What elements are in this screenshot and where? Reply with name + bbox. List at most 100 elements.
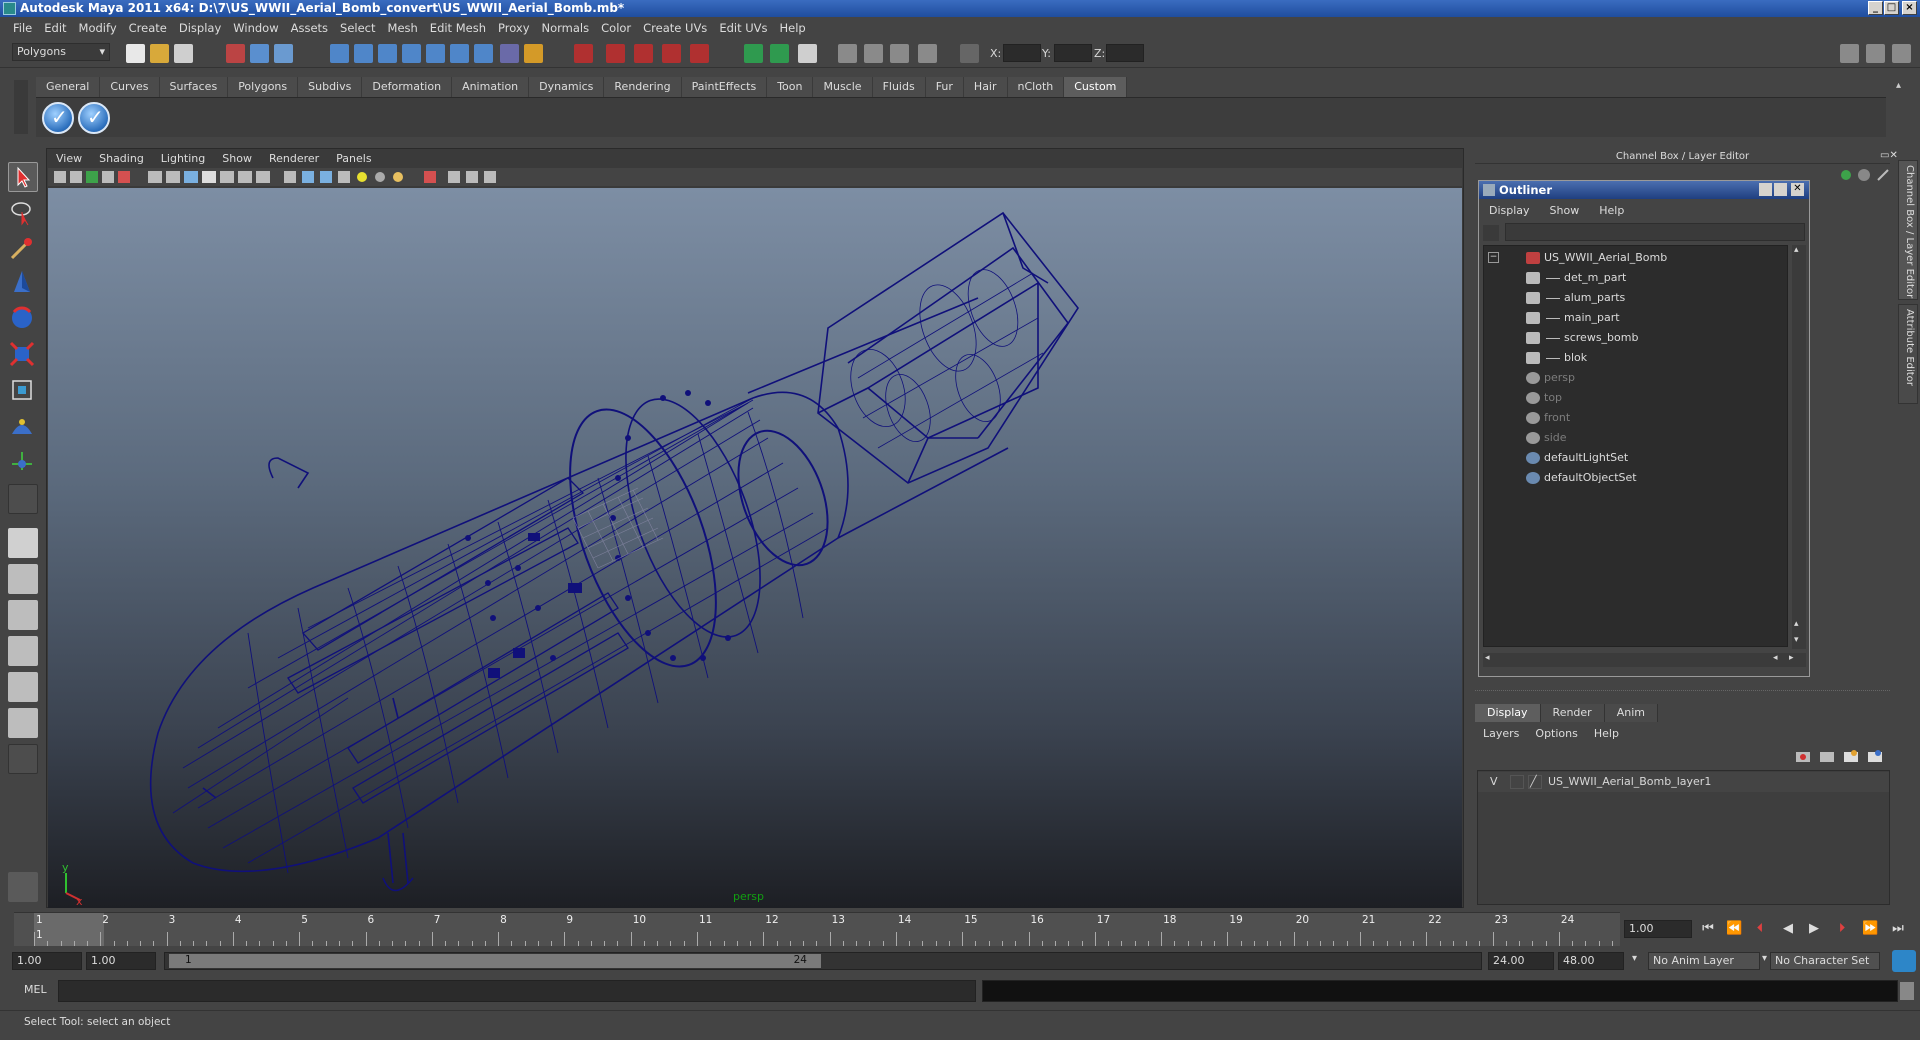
input-ops-icon[interactable] bbox=[474, 44, 493, 63]
lock-icon[interactable] bbox=[524, 44, 543, 63]
show-render-view-icon[interactable] bbox=[838, 44, 857, 63]
layout-options-icon[interactable] bbox=[8, 744, 38, 774]
menu-normals[interactable]: Normals bbox=[537, 21, 597, 35]
new-scene-icon[interactable] bbox=[126, 44, 145, 63]
outliner-maximize-button[interactable] bbox=[1774, 183, 1787, 196]
step-forward-frame-icon[interactable]: ⏩ bbox=[1862, 921, 1878, 937]
menu-window[interactable]: Window bbox=[228, 21, 285, 35]
minimize-button[interactable]: _ bbox=[1868, 1, 1883, 15]
make-live-icon[interactable] bbox=[426, 44, 445, 63]
outliner-close-button[interactable]: ✕ bbox=[1791, 183, 1804, 196]
render-settings-icon[interactable] bbox=[634, 44, 653, 63]
menu-file[interactable]: File bbox=[8, 21, 39, 35]
bomb-wireframe-model[interactable]: y x bbox=[48, 188, 1462, 908]
menu-assets[interactable]: Assets bbox=[286, 21, 335, 35]
anim-layer-dropdown[interactable]: No Anim Layer bbox=[1648, 952, 1760, 970]
viewport-menu-show[interactable]: Show bbox=[214, 152, 261, 165]
command-language-label[interactable]: MEL bbox=[24, 983, 47, 996]
outliner-menu-show[interactable]: Show bbox=[1542, 204, 1592, 217]
step-forward-key-icon[interactable]: ⏵ bbox=[1834, 921, 1850, 937]
outliner-item[interactable]: alum_parts bbox=[1484, 288, 1784, 308]
character-set-dropdown[interactable]: No Character Set bbox=[1770, 952, 1880, 970]
x-field[interactable] bbox=[1003, 44, 1041, 62]
outliner-item[interactable]: defaultLightSet bbox=[1484, 448, 1784, 468]
snap-curve-icon[interactable] bbox=[354, 44, 373, 63]
menu-display[interactable]: Display bbox=[174, 21, 228, 35]
outliner-item[interactable]: det_m_part bbox=[1484, 268, 1784, 288]
side-tab-attribute-editor[interactable]: Attribute Editor bbox=[1898, 304, 1918, 404]
menu-color[interactable]: Color bbox=[596, 21, 638, 35]
transform-mode-icon[interactable] bbox=[918, 44, 937, 63]
layer-tab-render[interactable]: Render bbox=[1540, 704, 1605, 722]
maximize-button[interactable]: □ bbox=[1884, 1, 1899, 15]
layer-row[interactable]: V ╱ US_WWII_Aerial_Bomb_layer1 bbox=[1478, 772, 1889, 792]
outliner-item[interactable]: front bbox=[1484, 408, 1784, 428]
shelf-tab-muscle[interactable]: Muscle bbox=[813, 77, 873, 97]
save-scene-icon[interactable] bbox=[174, 44, 193, 63]
shelf-tab-animation[interactable]: Animation bbox=[452, 77, 530, 97]
scroll-up-icon-bottom[interactable]: ▴ bbox=[1794, 619, 1799, 629]
viewport-menu-lighting[interactable]: Lighting bbox=[153, 152, 214, 165]
outliner-menu-help[interactable]: Help bbox=[1591, 204, 1636, 217]
range-slider-track[interactable]: 1 24 bbox=[164, 952, 1482, 970]
playback-end-field[interactable]: 24.00 bbox=[1488, 952, 1554, 970]
render-current-icon[interactable] bbox=[574, 44, 593, 63]
display-mode-icon[interactable] bbox=[890, 44, 909, 63]
outliner-item[interactable]: persp bbox=[1484, 368, 1784, 388]
step-back-key-icon[interactable]: ⏴ bbox=[1752, 921, 1768, 937]
persp-outliner-layout-icon[interactable] bbox=[8, 600, 38, 630]
range-slider-handle[interactable]: 1 24 bbox=[169, 954, 821, 968]
scroll-down-icon[interactable]: ▾ bbox=[1794, 635, 1799, 645]
outliner-item[interactable]: top bbox=[1484, 388, 1784, 408]
animation-start-field[interactable]: 1.00 bbox=[12, 952, 82, 970]
shelf-tab-fur[interactable]: Fur bbox=[925, 77, 964, 97]
hypershade-icon[interactable] bbox=[662, 44, 681, 63]
time-slider[interactable]: 1 1 2 3 4 5 6 7 8 9 10 11 12 13 14 15 16 17 18 19 20 21 22 23 2… bbox=[14, 912, 1620, 946]
close-button[interactable]: × bbox=[1902, 1, 1917, 15]
go-to-end-icon[interactable]: ⏭ bbox=[1890, 921, 1906, 937]
select-tool-icon[interactable] bbox=[8, 162, 38, 192]
playback-start-field[interactable]: 1.00 bbox=[86, 952, 156, 970]
current-frame-field[interactable]: 1.00 bbox=[1624, 920, 1692, 938]
auto-keyframe-icon[interactable] bbox=[1892, 950, 1916, 972]
layer-tool-icons[interactable] bbox=[1792, 748, 1888, 766]
step-back-frame-icon[interactable]: ⏪ bbox=[1726, 921, 1742, 937]
shelf-scroll-up-icon[interactable]: ▴ bbox=[1896, 80, 1910, 94]
sculpt-icon[interactable] bbox=[864, 44, 883, 63]
menu-create-uvs[interactable]: Create UVs bbox=[638, 21, 714, 35]
shelf-tab-deformation[interactable]: Deformation bbox=[362, 77, 453, 97]
menu-edit[interactable]: Edit bbox=[39, 21, 73, 35]
collapse-toggle-icon[interactable]: − bbox=[1488, 252, 1499, 263]
scroll-up-icon[interactable]: ▴ bbox=[1794, 245, 1799, 255]
perspective-viewport[interactable]: y x bbox=[48, 188, 1462, 908]
command-input[interactable] bbox=[58, 980, 976, 1002]
shelf-tab-dynamics[interactable]: Dynamics bbox=[529, 77, 605, 97]
layer-tab-anim[interactable]: Anim bbox=[1604, 704, 1658, 722]
snap-grid-icon[interactable] bbox=[330, 44, 349, 63]
script-editor-icon[interactable] bbox=[1900, 982, 1914, 1000]
custom-shelf-button-1[interactable] bbox=[42, 102, 74, 134]
show-tool-settings-icon[interactable] bbox=[1866, 44, 1885, 63]
viewport-menu-panels[interactable]: Panels bbox=[328, 152, 380, 165]
layer-menu-options[interactable]: Options bbox=[1527, 727, 1585, 740]
menu-create[interactable]: Create bbox=[124, 21, 174, 35]
persp-graph-layout-icon[interactable] bbox=[8, 636, 38, 666]
outliner-item[interactable]: − US_WWII_Aerial_Bomb bbox=[1484, 248, 1784, 268]
show-channel-box-icon[interactable] bbox=[1892, 44, 1911, 63]
side-tab-channel-box[interactable]: Channel Box / Layer Editor bbox=[1898, 160, 1918, 300]
shelf-tab-custom[interactable]: Custom bbox=[1064, 77, 1128, 97]
select-by-name-icon[interactable] bbox=[798, 44, 817, 63]
shelf-tab-ncloth[interactable]: nCloth bbox=[1007, 77, 1065, 97]
menu-edit-uvs[interactable]: Edit UVs bbox=[714, 21, 774, 35]
outliner-item[interactable]: main_part bbox=[1484, 308, 1784, 328]
open-scene-icon[interactable] bbox=[150, 44, 169, 63]
shelf-tab-curves[interactable]: Curves bbox=[100, 77, 160, 97]
layer-tab-display[interactable]: Display bbox=[1475, 704, 1541, 722]
animation-end-field[interactable]: 48.00 bbox=[1558, 952, 1624, 970]
outliner-item[interactable]: side bbox=[1484, 428, 1784, 448]
mouse-settings-icon[interactable] bbox=[8, 872, 38, 902]
history-icon[interactable] bbox=[450, 44, 469, 63]
outliner-horizontal-scrollbar[interactable]: ◂ ◂ ▸ bbox=[1483, 653, 1806, 667]
persp-hypershade-layout-icon[interactable] bbox=[8, 672, 38, 702]
render-view-icon[interactable] bbox=[690, 44, 709, 63]
